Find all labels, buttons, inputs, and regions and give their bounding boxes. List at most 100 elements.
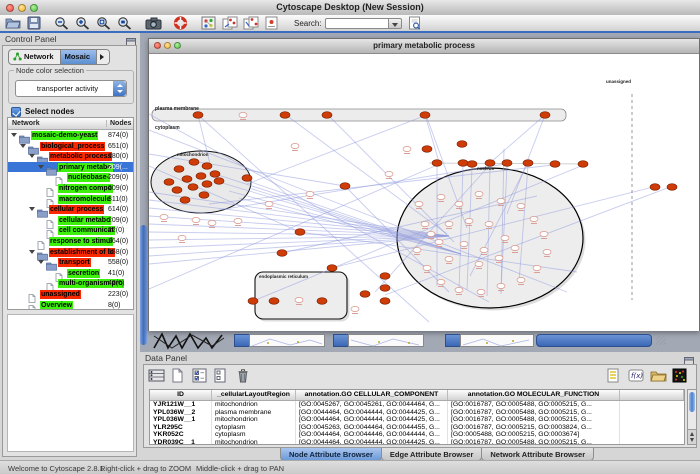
tree-item-count: 558(0) <box>108 248 128 257</box>
tree-row[interactable]: cellular process614(0) <box>8 204 133 215</box>
search-input[interactable] <box>325 18 402 29</box>
tree-row[interactable]: unassigned223(0) <box>8 289 133 300</box>
attribute-matrix-icon[interactable] <box>672 368 688 383</box>
table-cell-filler <box>620 416 684 424</box>
help-icon[interactable] <box>173 16 189 30</box>
table-scrollbar[interactable] <box>687 389 697 445</box>
desktop-scrollbar-thumb[interactable] <box>140 225 147 345</box>
status-pan-hint: Middle-click + drag to PAN <box>196 464 284 473</box>
open-icon[interactable] <box>5 16 21 30</box>
network-overlay-b-icon[interactable] <box>243 16 259 30</box>
tree-row[interactable]: primary metabo209(... <box>8 162 133 173</box>
attribute-list-icon[interactable] <box>606 368 622 383</box>
tree-row[interactable]: transport558(0) <box>8 257 133 268</box>
minimized-window-thumbnail[interactable] <box>249 334 325 347</box>
network-canvas[interactable]: plasma membrane cytoplasm mitochondrion … <box>149 54 699 331</box>
table-scrollbar-arrows[interactable] <box>688 429 696 444</box>
network-desktop[interactable]: primary metabolic process plasma membran… <box>140 33 700 352</box>
table-scrollbar-thumb[interactable] <box>689 392 695 412</box>
tree-row[interactable]: Overview8(0) <box>8 300 133 311</box>
expander-icon[interactable] <box>38 260 44 264</box>
tree-row[interactable]: cellular metabo209(0) <box>8 215 133 226</box>
select-all-icon[interactable] <box>192 368 208 383</box>
overview-window-thumbnail[interactable] <box>152 332 226 352</box>
window-resize-grip[interactable] <box>656 335 666 345</box>
network-window[interactable]: primary metabolic process plasma membran… <box>148 38 700 331</box>
network-overlay-a-icon[interactable] <box>222 16 238 30</box>
table-cell: YKR052C <box>150 431 212 439</box>
tree-row[interactable]: macromolecule311(0) <box>8 194 133 205</box>
tree-row[interactable]: secretion41(0) <box>8 268 133 279</box>
tree-row[interactable]: nitrogen compo209(0) <box>8 183 133 194</box>
zoom-selected-icon[interactable] <box>96 16 112 30</box>
expander-icon[interactable] <box>29 207 35 211</box>
network-tree: Network Nodes mosaic-demo-yeast874(0)bio… <box>7 117 134 310</box>
search-dropdown-button[interactable] <box>388 18 402 29</box>
tree-row[interactable]: mosaic-demo-yeast874(0) <box>8 130 133 141</box>
select-nodes-checkbox[interactable] <box>11 107 21 117</box>
tree-row[interactable]: establishment of lo558(0) <box>8 247 133 258</box>
tab-network[interactable]: Network <box>9 50 60 64</box>
column-header[interactable]: _cellularLayoutRegion <box>212 390 296 400</box>
dropdown-stepper-icon[interactable] <box>113 81 126 96</box>
minimized-window-thumbnail[interactable] <box>460 334 534 347</box>
delete-icon[interactable] <box>236 368 252 383</box>
mitochondrion-label: mitochondrion <box>177 152 209 157</box>
search-doc-icon[interactable] <box>407 16 423 30</box>
tree-item-label: cell communicat <box>58 226 115 235</box>
tab-mosaic[interactable]: Mosaic <box>60 50 97 64</box>
column-header[interactable]: annotation.GO CELLULAR_COMPONENT <box>296 390 448 400</box>
tree-item-label: unassigned <box>40 290 81 299</box>
save-icon[interactable] <box>26 16 42 30</box>
expander-icon[interactable] <box>20 144 26 148</box>
expander-icon[interactable] <box>38 165 44 169</box>
expander-icon[interactable] <box>11 133 17 137</box>
table-row[interactable]: YDR039C__1mitochondrion[GO:0044464, GO:0… <box>150 439 684 445</box>
tree-row[interactable]: cell communicat22(0) <box>8 225 133 236</box>
minimized-window-icon[interactable] <box>234 334 250 347</box>
zoom-in-icon[interactable] <box>75 16 91 30</box>
tree-row[interactable]: response to stimul264(0) <box>8 236 133 247</box>
color-attribute-dropdown[interactable]: transporter activity <box>15 80 127 97</box>
expander-icon[interactable] <box>29 154 35 158</box>
tree-header[interactable]: Network Nodes <box>8 118 133 130</box>
attribute-table[interactable]: ID_cellularLayoutRegionannotation.GO CEL… <box>149 389 685 445</box>
birdseye-view[interactable] <box>7 314 134 452</box>
attribute-table-icon[interactable] <box>148 368 164 383</box>
function-builder-icon[interactable]: f(x) <box>628 368 644 383</box>
zoom-out-icon[interactable] <box>54 16 70 30</box>
tree-row[interactable]: nucleobase-209(0) <box>8 172 133 183</box>
table-row[interactable]: YPL036W__1mitochondrion[GO:0044464, GO:0… <box>150 416 684 424</box>
unselect-all-icon[interactable] <box>214 368 230 383</box>
plugin-grid-icon[interactable] <box>201 16 217 30</box>
float-panel-icon[interactable] <box>126 34 136 43</box>
tree-row[interactable]: multi-organism pro42(0) <box>8 278 133 289</box>
table-row[interactable]: YKR052Ccytoplasm[GO:0044464, GO:0044446,… <box>150 431 684 439</box>
tree-row[interactable]: biological_process651(0) <box>8 141 133 152</box>
tree-row[interactable]: metabolic process280(0) <box>8 151 133 162</box>
table-row[interactable]: YJR121W__1mitochondrion[GO:0045267, GO:0… <box>150 401 684 409</box>
table-row[interactable]: YLR295Ccytoplasm[GO:0045263, GO:0044464,… <box>150 424 684 432</box>
table-row[interactable]: YPL036W__2plasma membrane[GO:0044464, GO… <box>150 409 684 417</box>
minimized-window-icon[interactable] <box>445 334 461 347</box>
minimized-window-icon[interactable] <box>333 334 349 347</box>
float-panel-icon[interactable] <box>684 353 694 362</box>
snapshot-icon[interactable] <box>145 16 161 30</box>
column-header[interactable]: annotation.GO MOLECULAR_FUNCTION <box>448 390 620 400</box>
search-field[interactable] <box>325 18 388 29</box>
expander-icon[interactable] <box>29 250 35 254</box>
import-attributes-icon[interactable] <box>650 368 666 383</box>
annotation-icon[interactable] <box>264 16 280 30</box>
tree-item-count: 8(0) <box>108 301 120 310</box>
column-header[interactable]: ID <box>150 390 212 400</box>
new-attribute-icon[interactable] <box>170 368 186 383</box>
zoom-fit-icon[interactable] <box>117 16 133 30</box>
tab-overflow-arrow[interactable] <box>97 50 109 64</box>
minimized-window-thumbnail[interactable] <box>348 334 424 347</box>
tree-column-nodes[interactable]: Nodes <box>106 120 131 127</box>
table-cell-filler <box>620 409 684 417</box>
data-panel-body: f(x) ID_cellularLayoutRegionannotation.G… <box>143 364 697 448</box>
network-window-titlebar[interactable]: primary metabolic process <box>149 39 699 54</box>
tree-column-network[interactable]: Network <box>12 120 40 127</box>
desktop-horizontal-scrollbar[interactable] <box>536 334 652 347</box>
